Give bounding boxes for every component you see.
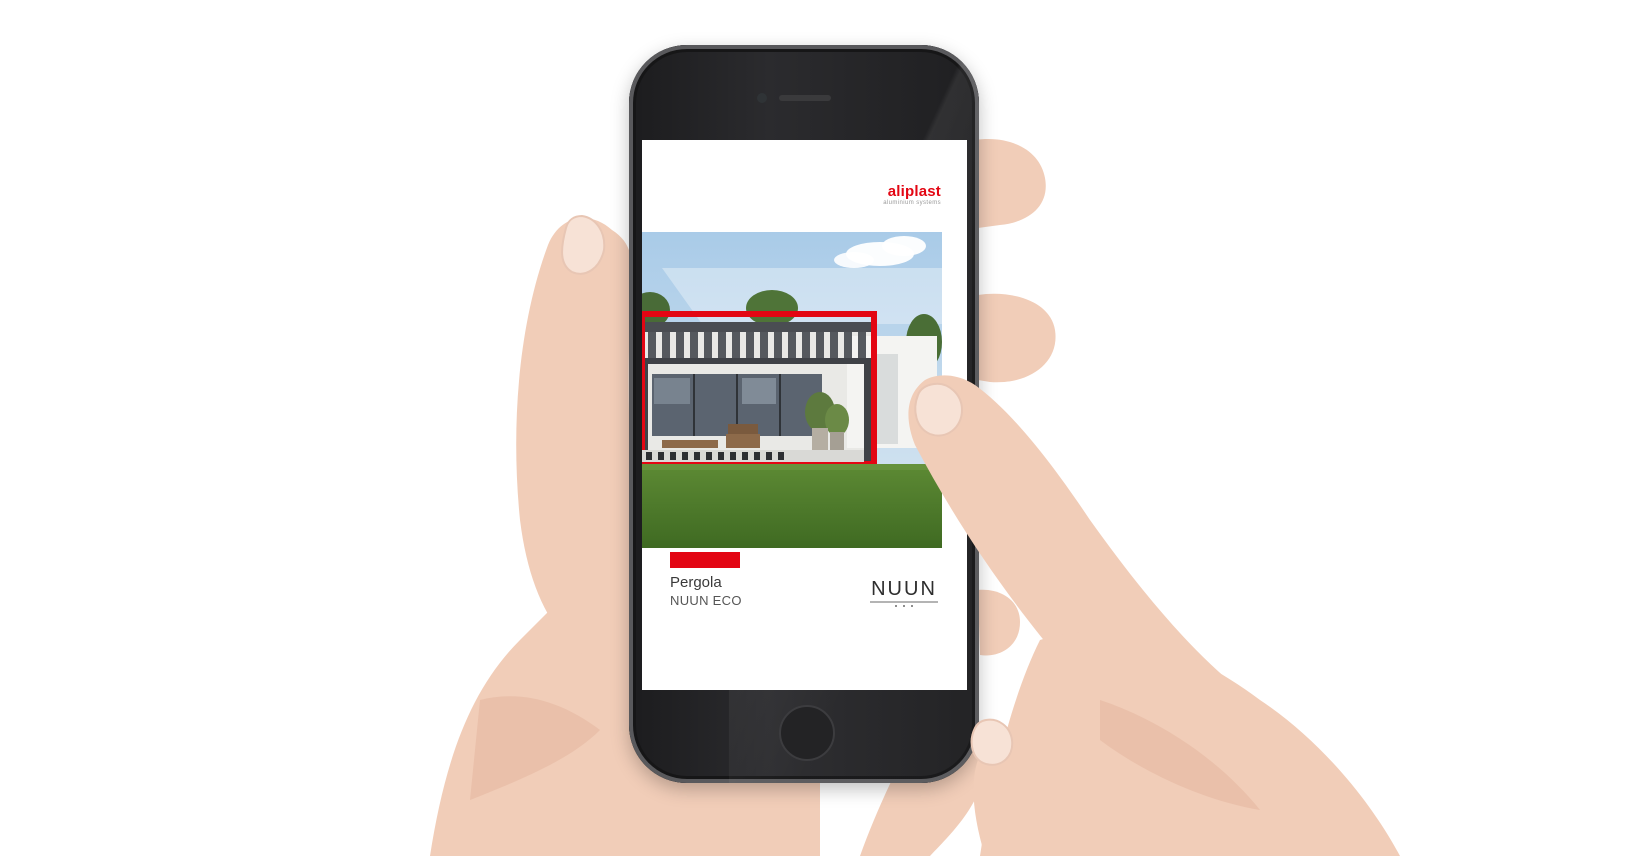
photo-stage: aliplast aluminium systems Pergola NUUN … [0, 0, 1640, 856]
right-hand [908, 375, 1400, 856]
